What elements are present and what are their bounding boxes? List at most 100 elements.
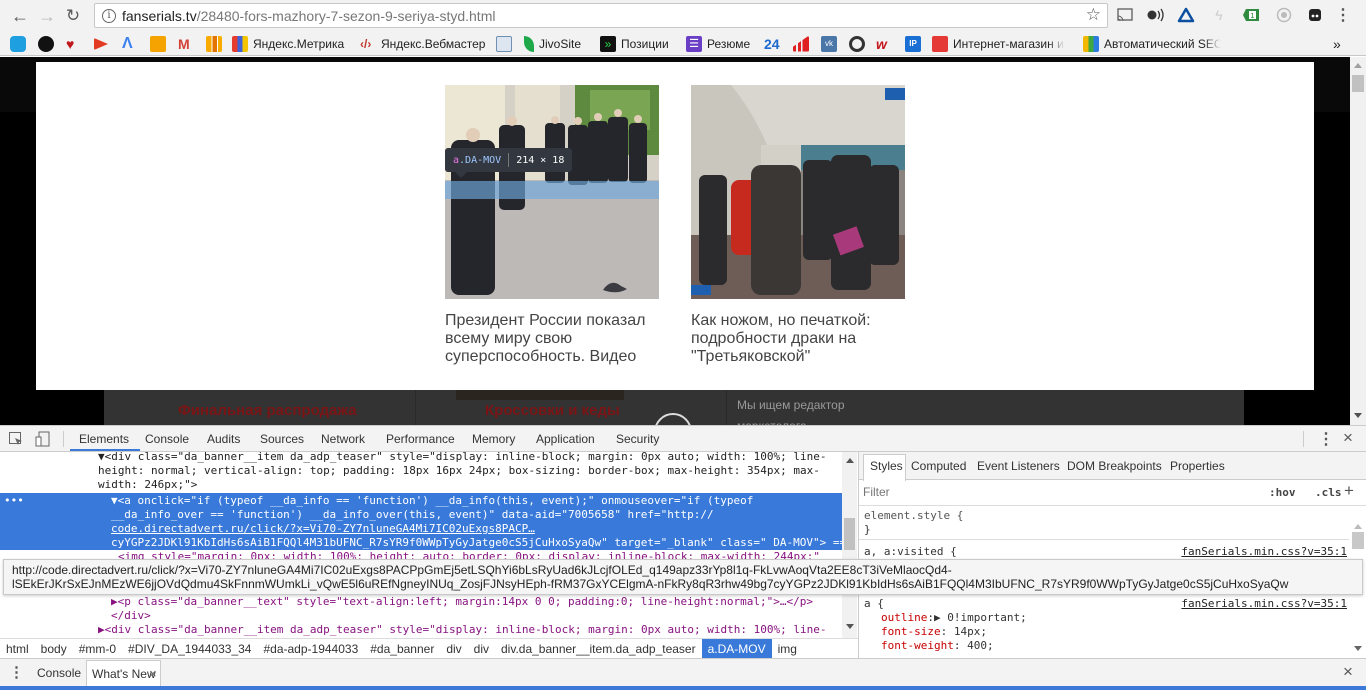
- bookmark-analytics[interactable]: [206, 35, 227, 52]
- tab-security[interactable]: Security: [616, 432, 659, 446]
- breadcrumb-banner-item[interactable]: div.da_banner__item.da_adp_teaser: [495, 639, 702, 659]
- breadcrumb-mm-0[interactable]: #mm-0: [73, 639, 122, 659]
- teaser-title[interactable]: Как ножом, но печаткой: подробности драк…: [691, 312, 905, 366]
- bookmark-gmail[interactable]: M: [178, 35, 199, 52]
- breadcrumb-body[interactable]: body: [35, 639, 73, 659]
- bookmark-mail[interactable]: [150, 35, 171, 52]
- tab-network[interactable]: Network: [321, 432, 365, 446]
- scroll-down-arrow-icon[interactable]: [1354, 646, 1362, 651]
- breadcrumb-div-da[interactable]: #DIV_DA_1944033_34: [122, 639, 257, 659]
- page-scrollbar-thumb[interactable]: [1352, 75, 1364, 92]
- bookmark-seo[interactable]: Автоматический SEO: [1083, 35, 1221, 52]
- dom-href-link[interactable]: code.directadvert.ru/click/?x=Vi70-ZY7nl…: [111, 522, 535, 536]
- node-actions-ellipsis[interactable]: •••: [4, 494, 24, 508]
- new-style-rule-button[interactable]: +: [1344, 481, 1354, 501]
- teaser-title[interactable]: Президент России показал всему миру свою…: [445, 312, 659, 366]
- dom-node-line[interactable]: ▶<div class="da_banner__item da_adp_teas…: [98, 623, 826, 637]
- bookmark-resume[interactable]: ☰ Резюме: [686, 35, 750, 52]
- bookmark-24[interactable]: 24: [764, 35, 780, 52]
- scroll-up-arrow-icon[interactable]: [1354, 63, 1362, 68]
- reload-button[interactable]: ↻: [62, 5, 84, 27]
- tab-console[interactable]: Console: [145, 432, 189, 446]
- drawer-tab-console[interactable]: Console: [37, 666, 81, 680]
- elements-scrollbar-thumb[interactable]: [844, 518, 855, 550]
- drawer-close-icon[interactable]: ×: [1343, 662, 1353, 682]
- page-scrollbar[interactable]: [1350, 57, 1366, 425]
- breadcrumb-da-banner[interactable]: #da_banner: [364, 639, 440, 659]
- bookmark-clock[interactable]: [10, 35, 31, 52]
- bookmark-positions[interactable]: » Позиции: [600, 35, 669, 52]
- elements-scrollbar[interactable]: [842, 452, 857, 638]
- dom-node-line[interactable]: ▼<div class="da_banner__item da_adp_teas…: [98, 452, 826, 464]
- tab-sources[interactable]: Sources: [260, 432, 304, 446]
- dom-node-line[interactable]: height: normal; vertical-align: top; pad…: [98, 464, 820, 478]
- dom-node-line[interactable]: ▶<p class="da_banner__text" style="text-…: [111, 595, 813, 609]
- tab-computed[interactable]: Computed: [911, 459, 966, 473]
- breadcrumb-html[interactable]: html: [0, 639, 35, 659]
- teaser-image[interactable]: [445, 85, 659, 299]
- bookmark-jivosite[interactable]: JivoSite: [524, 35, 581, 52]
- bookmark-shop[interactable]: Интернет-магазин и: [932, 35, 1065, 52]
- bookmark-adwords[interactable]: Λ: [122, 35, 143, 52]
- bookmark-heart[interactable]: ♥: [66, 35, 87, 52]
- style-property[interactable]: font-size: 14px;: [881, 625, 987, 639]
- selected-dom-node[interactable]: ••• ▼<a onclick="if (typeof __da_info ==…: [0, 493, 858, 550]
- tab-application[interactable]: Application: [536, 432, 595, 446]
- rule-selector[interactable]: a, a:visited {: [864, 545, 957, 559]
- elements-tree[interactable]: ▼<div class="da_banner__item da_adp_teas…: [0, 452, 858, 638]
- address-bar[interactable]: i fanserials.tv/28480-fors-mazhory-7-sez…: [94, 3, 1108, 28]
- style-property[interactable]: font-weight: 400;: [881, 639, 994, 653]
- rule-selector[interactable]: a {: [864, 597, 884, 611]
- close-tab-icon[interactable]: ×: [149, 666, 157, 681]
- tab-elements[interactable]: Elements: [79, 432, 129, 446]
- bookmark-yandex-metrika[interactable]: Яндекс.Метрика: [232, 35, 344, 52]
- bookmark-ring[interactable]: [849, 35, 870, 52]
- bookmark-briefcase[interactable]: [496, 35, 517, 52]
- bookmark-ip[interactable]: IP: [905, 35, 926, 52]
- bookmarks-overflow-button[interactable]: »: [1333, 35, 1341, 52]
- tab-memory[interactable]: Memory: [472, 432, 515, 446]
- devtools-close-icon[interactable]: ×: [1343, 428, 1353, 448]
- tab-performance[interactable]: Performance: [386, 432, 455, 446]
- record-icon[interactable]: [1275, 6, 1293, 24]
- bookmark-cat[interactable]: [38, 35, 59, 52]
- tab-styles[interactable]: Styles: [870, 459, 903, 473]
- back-button[interactable]: ←: [9, 5, 31, 27]
- forward-button[interactable]: →: [36, 5, 58, 27]
- alice-icon[interactable]: [1177, 6, 1195, 24]
- stylesheet-link[interactable]: fanSerials.min.css?v=35:1: [1181, 545, 1347, 558]
- dom-node-line[interactable]: width: 246px;">: [98, 478, 197, 492]
- styles-filter-input[interactable]: [863, 485, 1163, 499]
- element-style-rule[interactable]: element.style {: [864, 509, 963, 523]
- stylesheet-link[interactable]: fanSerials.min.css?v=35:1: [1181, 597, 1347, 610]
- tab-dom-breakpoints[interactable]: DOM Breakpoints: [1067, 459, 1162, 473]
- cast-icon[interactable]: [1116, 6, 1134, 24]
- scroll-down-arrow-icon[interactable]: [1354, 413, 1362, 418]
- scroll-up-arrow-icon[interactable]: [846, 458, 854, 463]
- menu-icon[interactable]: ⋮: [1334, 6, 1352, 24]
- inspect-element-icon[interactable]: [9, 432, 23, 449]
- tab-event-listeners[interactable]: Event Listeners: [977, 459, 1060, 473]
- device-toolbar-icon[interactable]: [35, 431, 51, 450]
- teaser-card[interactable]: Как ножом, но печаткой: подробности драк…: [691, 85, 905, 366]
- class-toggle[interactable]: .cls: [1315, 486, 1342, 499]
- breadcrumb-da-adp[interactable]: #da-adp-1944033: [257, 639, 364, 659]
- breadcrumb-a-da-mov[interactable]: a.DA-MOV: [701, 638, 772, 659]
- drawer-tab-whats-new[interactable]: What's New ×: [86, 660, 161, 687]
- hover-state-toggle[interactable]: :hov: [1269, 486, 1296, 499]
- breadcrumb-img[interactable]: img: [772, 639, 803, 659]
- bookmark-arrow[interactable]: [94, 35, 113, 52]
- styles-scrollbar-thumb[interactable]: [1352, 532, 1364, 549]
- bookmark-star-icon[interactable]: ☆: [1086, 5, 1101, 25]
- drawer-menu-icon[interactable]: ⋮: [9, 663, 24, 681]
- tab-counter-icon[interactable]: 1: [1242, 6, 1260, 24]
- teaser-image[interactable]: [691, 85, 905, 299]
- bookmark-w[interactable]: w: [876, 35, 887, 52]
- breadcrumb-div[interactable]: div: [468, 639, 495, 659]
- devtools-menu-icon[interactable]: ⋮: [1318, 429, 1334, 449]
- tab-properties[interactable]: Properties: [1170, 459, 1225, 473]
- tab-audits[interactable]: Audits: [207, 432, 240, 446]
- style-property[interactable]: outline:▶ 0!important;: [881, 611, 1027, 625]
- bookmark-bars[interactable]: [793, 35, 814, 52]
- scroll-up-arrow-icon[interactable]: [1354, 524, 1362, 529]
